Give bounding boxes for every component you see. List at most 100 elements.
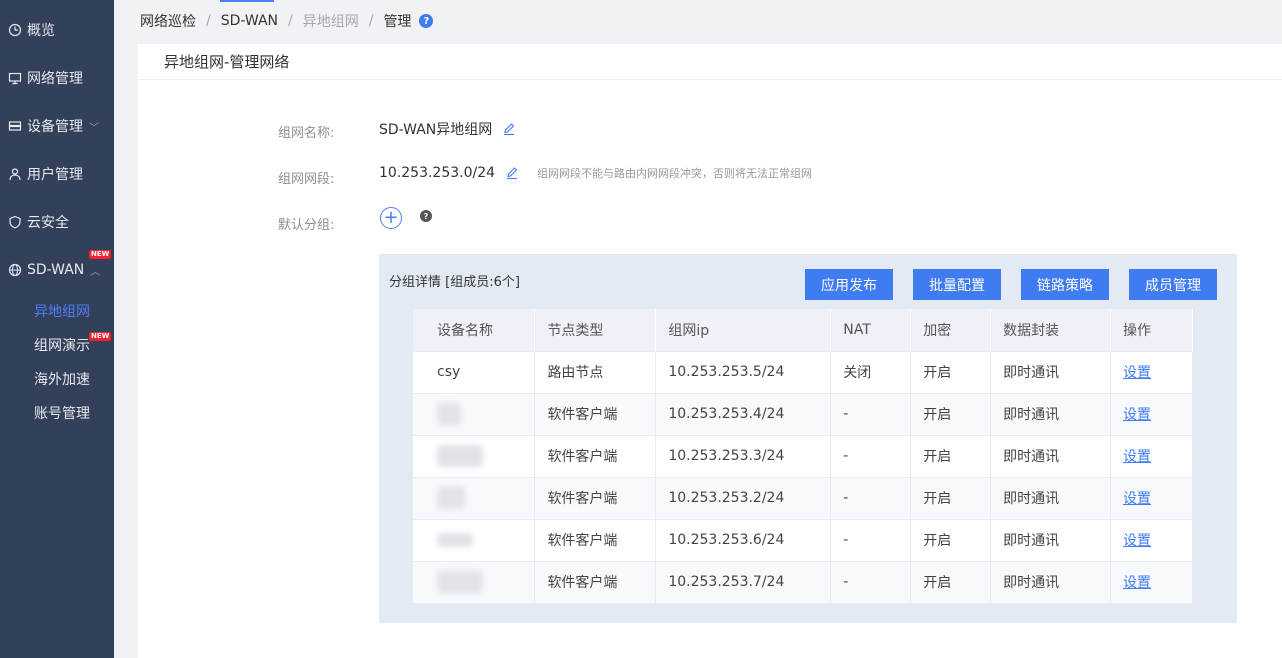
settings-link[interactable]: 设置 (1123, 575, 1151, 591)
column-header: 加密 (910, 309, 992, 351)
new-badge: NEW (89, 332, 112, 341)
device-name-cell (413, 392, 536, 435)
network-name-label: 组网名称: (278, 126, 335, 141)
nat-cell: - (830, 392, 912, 435)
redacted-name (437, 571, 483, 594)
question-icon[interactable]: ? (420, 210, 432, 222)
redacted-name (437, 533, 473, 547)
top-accent-bar (220, 0, 274, 2)
encapsulation-cell: 即时通讯 (990, 518, 1112, 561)
clock-icon (8, 23, 22, 37)
redacted-name (437, 445, 483, 467)
node-type-cell: 软件客户端 (534, 392, 657, 435)
column-header: 操作 (1110, 309, 1193, 351)
publish-app-button[interactable]: 应用发布 (805, 269, 893, 300)
server-icon (8, 119, 22, 133)
sidebar-item-label: SD-WAN (27, 262, 85, 278)
table-row: 软件客户端 10.253.253.2/24 - 开启 即时通讯 设置 (413, 476, 1193, 519)
default-group-label: 默认分组: (278, 218, 335, 233)
sidebar: 概览 网络管理 设备管理 ﹀ 用户管理 云安全 SD-WAN ︿ NEW 异地组… (0, 0, 114, 658)
user-icon (8, 167, 22, 181)
table-row: csy 路由节点 10.253.253.5/24 关闭 开启 即时通讯 设置 (413, 350, 1193, 393)
sidebar-item-sdwan[interactable]: SD-WAN ︿ (0, 255, 114, 285)
column-header: 组网ip (655, 309, 832, 351)
ip-cell: 10.253.253.6/24 (655, 518, 832, 561)
encryption-cell: 开启 (910, 392, 992, 435)
table-row: 软件客户端 10.253.253.3/24 - 开启 即时通讯 设置 (413, 434, 1193, 477)
chevron-down-icon: ﹀ (89, 122, 99, 134)
device-name-cell (413, 434, 536, 477)
encryption-cell: 开启 (910, 518, 992, 561)
device-name-cell: csy (413, 350, 536, 393)
column-header: 设备名称 (413, 309, 536, 351)
sidebar-item-users[interactable]: 用户管理 (0, 159, 114, 189)
breadcrumb-current: 管理 (383, 14, 412, 30)
group-detail-box: 分组详情 [组成员:6个] 应用发布 批量配置 链路策略 成员管理 设备名称 节… (379, 254, 1237, 623)
encryption-cell: 开启 (910, 560, 992, 603)
nat-cell: - (830, 434, 912, 477)
edit-icon[interactable] (502, 122, 516, 136)
sidebar-subitem-remote-networking[interactable]: 异地组网 (34, 299, 90, 323)
sidebar-item-overview[interactable]: 概览 (0, 15, 114, 45)
settings-link[interactable]: 设置 (1123, 491, 1151, 507)
monitor-icon (8, 71, 22, 85)
redacted-name (437, 403, 461, 425)
sidebar-item-label: 用户管理 (27, 167, 83, 183)
batch-config-button[interactable]: 批量配置 (913, 269, 1001, 300)
table-row: 软件客户端 10.253.253.4/24 - 开启 即时通讯 设置 (413, 392, 1193, 435)
link-policy-button[interactable]: 链路策略 (1021, 269, 1109, 300)
nat-cell: - (830, 476, 912, 519)
encryption-cell: 开启 (910, 434, 992, 477)
node-type-cell: 路由节点 (534, 350, 657, 393)
encapsulation-cell: 即时通讯 (990, 392, 1112, 435)
settings-link[interactable]: 设置 (1123, 449, 1151, 465)
table-header-row: 设备名称 节点类型 组网ip NAT 加密 数据封装 操作 (413, 309, 1193, 351)
encryption-cell: 开启 (910, 476, 992, 519)
sidebar-subitem-demo[interactable]: 组网演示 (34, 333, 90, 357)
node-type-cell: 软件客户端 (534, 518, 657, 561)
breadcrumb-item[interactable]: 网络巡检 (140, 11, 196, 31)
node-type-cell: 软件客户端 (534, 434, 657, 477)
breadcrumb-item[interactable]: SD-WAN (221, 13, 278, 29)
page-title: 异地组网-管理网络 (138, 44, 1282, 80)
sidebar-subitem-overseas[interactable]: 海外加速 (34, 367, 90, 391)
main-panel: 异地组网-管理网络 组网名称: SD-WAN异地组网 组网网段: 10.253.… (138, 44, 1282, 658)
table-row: 软件客户端 10.253.253.6/24 - 开启 即时通讯 设置 (413, 518, 1193, 561)
group-detail-title: 分组详情 [组成员:6个] (389, 275, 520, 290)
breadcrumb-item[interactable]: 异地组网 (303, 11, 359, 31)
network-name-value: SD-WAN异地组网 (379, 122, 493, 138)
sidebar-subitem-accounts[interactable]: 账号管理 (34, 401, 90, 425)
edit-icon[interactable] (505, 166, 519, 180)
settings-link[interactable]: 设置 (1123, 533, 1151, 549)
ip-cell: 10.253.253.3/24 (655, 434, 832, 477)
node-type-cell: 软件客户端 (534, 560, 657, 603)
network-name-row: SD-WAN异地组网 (379, 119, 516, 139)
sidebar-item-network[interactable]: 网络管理 (0, 63, 114, 93)
plus-icon: + (383, 207, 399, 228)
column-header: 节点类型 (534, 309, 657, 351)
add-group-button[interactable]: + (380, 207, 402, 229)
help-icon[interactable]: ? (419, 14, 434, 28)
sidebar-item-label: 云安全 (27, 215, 69, 231)
segment-hint: 组网网段不能与路由内网网段冲突，否则将无法正常组网 (537, 167, 813, 180)
ip-cell: 10.253.253.4/24 (655, 392, 832, 435)
sidebar-item-label: 网络管理 (27, 71, 83, 87)
encapsulation-cell: 即时通讯 (990, 560, 1112, 603)
chevron-up-icon: ︿ (90, 266, 101, 278)
column-header: 数据封装 (990, 309, 1112, 351)
device-name-cell (413, 518, 536, 561)
encapsulation-cell: 即时通讯 (990, 434, 1112, 477)
new-badge: NEW (89, 250, 112, 259)
column-header: NAT (830, 309, 912, 351)
settings-link[interactable]: 设置 (1123, 407, 1151, 423)
nat-cell: - (830, 560, 912, 603)
settings-link[interactable]: 设置 (1123, 365, 1151, 381)
sidebar-item-devices[interactable]: 设备管理 ﹀ (0, 111, 114, 141)
node-type-cell: 软件客户端 (534, 476, 657, 519)
ip-cell: 10.253.253.5/24 (655, 350, 832, 393)
member-management-button[interactable]: 成员管理 (1129, 269, 1217, 300)
nat-cell: - (830, 518, 912, 561)
encapsulation-cell: 即时通讯 (990, 350, 1112, 393)
sidebar-item-cloud-security[interactable]: 云安全 (0, 207, 114, 237)
encryption-cell: 开启 (910, 350, 992, 393)
